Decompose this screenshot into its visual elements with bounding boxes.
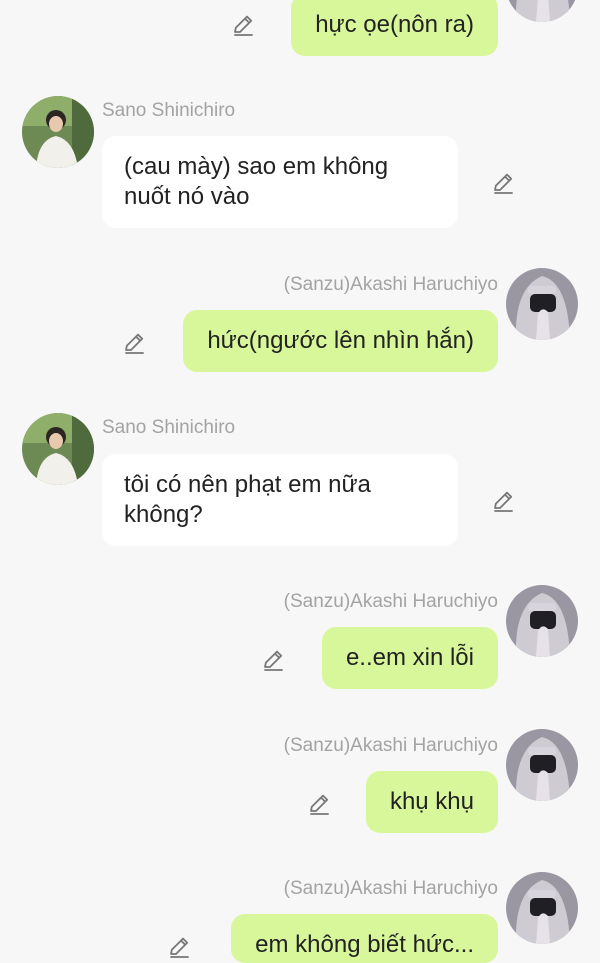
pencil-edit-icon[interactable] [490, 170, 516, 196]
pencil-edit-icon[interactable] [166, 934, 192, 960]
avatar[interactable] [506, 729, 578, 801]
message-bubble[interactable]: tôi có nên phạt em nữa không? [102, 454, 458, 546]
message-bubble[interactable]: hực ọe(nôn ra) [291, 0, 498, 56]
pencil-edit-icon[interactable] [490, 488, 516, 514]
message-bubble[interactable]: em không biết hức... [231, 914, 498, 963]
sender-name: Sano Shinichiro [102, 100, 236, 121]
sender-name: Sano Shinichiro [102, 417, 236, 438]
message-bubble[interactable]: (cau mày) sao em không nuốt nó vào [102, 136, 458, 228]
avatar[interactable] [22, 96, 94, 168]
message-bubble[interactable]: e..em xin lỗi [321, 627, 498, 689]
message-text: e..em xin lỗi [345, 644, 474, 671]
avatar[interactable] [506, 0, 578, 22]
avatar[interactable] [22, 413, 94, 485]
sender-name: (Sanzu)Akashi Haruchiyo [283, 591, 498, 612]
pencil-edit-icon[interactable] [260, 647, 286, 673]
message-text: hức(ngước lên nhìn hắn) [207, 327, 474, 354]
message-text: khụ khụ [389, 788, 474, 815]
message-text: tôi có nên phạt em nữa không? [124, 471, 371, 528]
avatar[interactable] [506, 585, 578, 657]
message-text: em không biết hức... [255, 931, 474, 958]
message-bubble[interactable]: khụ khụ [365, 771, 498, 833]
avatar[interactable] [506, 268, 578, 340]
pencil-edit-icon[interactable] [306, 791, 332, 817]
sender-name: (Sanzu)Akashi Haruchiyo [283, 878, 498, 899]
message-text: hực ọe(nôn ra) [315, 11, 474, 38]
avatar[interactable] [506, 872, 578, 944]
message-text: (cau mày) sao em không nuốt nó vào [124, 153, 389, 210]
message-bubble[interactable]: hức(ngước lên nhìn hắn) [183, 310, 498, 372]
pencil-edit-icon[interactable] [230, 12, 256, 38]
pencil-edit-icon[interactable] [121, 330, 147, 356]
sender-name: (Sanzu)Akashi Haruchiyo [283, 274, 498, 295]
sender-name: (Sanzu)Akashi Haruchiyo [283, 735, 498, 756]
